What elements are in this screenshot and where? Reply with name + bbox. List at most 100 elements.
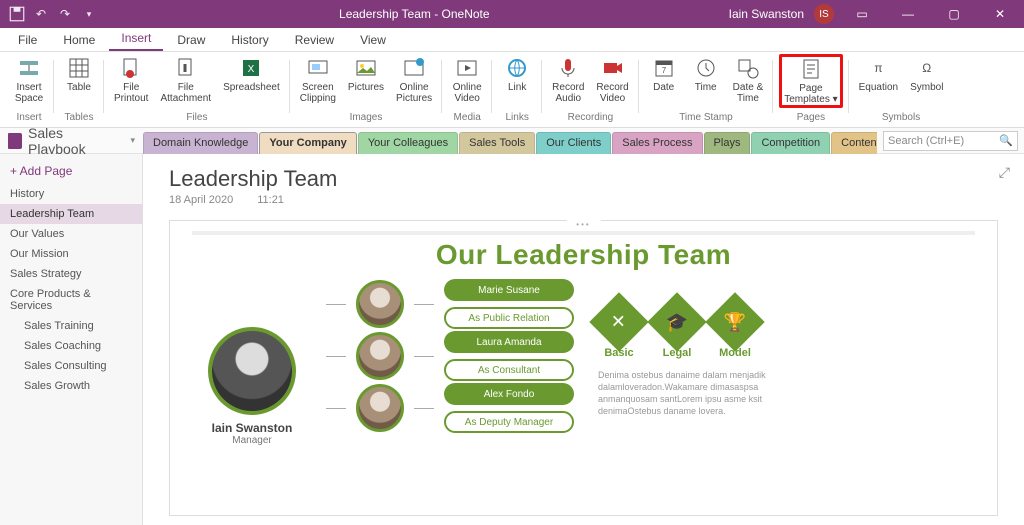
section-tab-content[interactable]: Content (831, 132, 877, 154)
ribbon-spreadsheet-button[interactable]: XSpreadsheet (219, 54, 284, 95)
section-tab-sales-tools[interactable]: Sales Tools (459, 132, 535, 154)
org-branch: Marie Susane As Public Relation (326, 279, 574, 329)
ribbon-video-button[interactable]: Online Video (448, 54, 486, 106)
diamond-icon: 🏆 (705, 292, 764, 351)
user-name[interactable]: Iain Swanston (729, 7, 804, 21)
ribbon-tab-history[interactable]: History (219, 29, 280, 51)
search-icon: 🔍 (999, 134, 1013, 147)
ribbon-item-label: Online Video (453, 82, 482, 104)
ribbon-file-printout-button[interactable]: File Printout (110, 54, 152, 106)
page-item[interactable]: Sales Coaching (0, 336, 142, 356)
page-item[interactable]: Our Values (0, 224, 142, 244)
content-heading: Our Leadership Team (192, 239, 975, 271)
ribbon-group-label: Media (454, 112, 481, 126)
qat-dropdown-icon[interactable]: ▾ (80, 5, 98, 23)
ribbon-equation-button[interactable]: π Equation (855, 54, 902, 95)
ribbon-tab-draw[interactable]: Draw (165, 29, 217, 51)
ribbon-group-tables: TableTables (54, 54, 104, 127)
redo-icon[interactable]: ↷ (56, 5, 74, 23)
symbol-icon: Ω (915, 56, 939, 80)
page-item[interactable]: Sales Consulting (0, 356, 142, 376)
page-item[interactable]: Our Mission (0, 244, 142, 264)
section-tab-competition[interactable]: Competition (751, 132, 830, 154)
ribbon-mic-button[interactable]: Record Audio (548, 54, 588, 106)
ribbon-tab-view[interactable]: View (348, 29, 398, 51)
content-container[interactable]: Our Leadership Team Iain Swanston Manage… (169, 220, 998, 516)
section-tab-our-clients[interactable]: Our Clients (536, 132, 611, 154)
ribbon-item-label: Time (695, 82, 717, 93)
section-tabs: Domain KnowledgeYour CompanyYour Colleag… (143, 128, 877, 154)
page-item[interactable]: Sales Growth (0, 376, 142, 396)
ribbon-file-attach-button[interactable]: File Attachment (156, 54, 215, 106)
window-title: Leadership Team - OneNote (106, 7, 723, 21)
ribbon-table-button[interactable]: Table (60, 54, 98, 95)
info-card-model: 🏆Model (714, 301, 756, 359)
maximize-button[interactable]: ▢ (936, 0, 972, 28)
svg-text:X: X (248, 64, 255, 75)
ribbon-tab-insert[interactable]: Insert (109, 27, 163, 51)
video-icon (455, 56, 479, 80)
search-input[interactable]: Search (Ctrl+E) 🔍 (883, 131, 1018, 151)
notebook-selector[interactable]: Sales Playbook ▾ (0, 125, 143, 157)
org-branch: Laura Amanda As Consultant (326, 331, 574, 381)
page-item[interactable]: Core Products & Services (0, 284, 142, 316)
member-avatar (356, 280, 404, 328)
page-item[interactable]: Sales Strategy (0, 264, 142, 284)
search-placeholder: Search (Ctrl+E) (888, 135, 964, 147)
save-icon[interactable] (8, 5, 26, 23)
ribbon-link-button[interactable]: Link (498, 54, 536, 95)
ribbon-template-button[interactable]: Page Templates ▾ (779, 54, 842, 108)
ribbon-cam-button[interactable]: Record Video (592, 54, 632, 106)
member-name: Alex Fondo (444, 383, 574, 405)
ribbon-insert-space-button[interactable]: Insert Space (10, 54, 48, 106)
ribbon-time-button[interactable]: Time (687, 54, 725, 95)
ribbon-group-label: Links (505, 112, 528, 126)
page-date[interactable]: 18 April 2020 (169, 194, 233, 206)
ribbon-tab-review[interactable]: Review (283, 29, 346, 51)
page-title[interactable]: Leadership Team (169, 166, 998, 192)
ribbon-date-button[interactable]: 7Date (645, 54, 683, 95)
expand-icon[interactable]: ⤢ (999, 164, 1010, 181)
ribbon-group-label: Images (350, 112, 383, 126)
equation-icon: π (866, 56, 890, 80)
pictures-icon (354, 56, 378, 80)
member-avatar (356, 384, 404, 432)
connector (326, 304, 346, 305)
ribbon-group-links: Link Links (492, 54, 542, 127)
ribbon-item-label: Equation (859, 82, 898, 93)
page-item[interactable]: Sales Training (0, 316, 142, 336)
section-tab-your-company[interactable]: Your Company (259, 132, 356, 154)
file-printout-icon (119, 56, 143, 80)
table-icon (67, 56, 91, 80)
ribbon-group-recording: Record AudioRecord VideoRecording (542, 54, 639, 127)
member-role: As Consultant (444, 359, 574, 381)
close-button[interactable]: ✕ (982, 0, 1018, 28)
ribbon-item-label: Date (653, 82, 674, 93)
section-tab-plays[interactable]: Plays (704, 132, 751, 154)
ribbon-item-label: Insert Space (15, 82, 43, 104)
ribbon-tab-file[interactable]: File (6, 29, 49, 51)
page-item[interactable]: Leadership Team (0, 204, 142, 224)
ribbon-pictures-button[interactable]: Pictures (344, 54, 388, 95)
user-avatar[interactable]: IS (814, 4, 834, 24)
add-page-button[interactable]: + Add Page (0, 158, 142, 184)
member-name: Laura Amanda (444, 331, 574, 353)
undo-icon[interactable]: ↶ (32, 5, 50, 23)
section-tab-your-colleagues[interactable]: Your Colleagues (358, 132, 458, 154)
ribbon-datetime-button[interactable]: Date & Time (729, 54, 768, 106)
page-time[interactable]: 11:21 (257, 194, 284, 206)
page-item[interactable]: History (0, 184, 142, 204)
ribbon-tab-home[interactable]: Home (51, 29, 107, 51)
member-name: Marie Susane (444, 279, 574, 301)
page-canvas[interactable]: ⤢ Leadership Team 18 April 2020 11:21 Ou… (143, 154, 1024, 525)
ribbon-item-label: Link (508, 82, 526, 93)
minimize-button[interactable]: — (890, 0, 926, 28)
screen-clip-icon (306, 56, 330, 80)
ribbon-display-icon[interactable]: ▭ (844, 0, 880, 28)
section-tab-domain-knowledge[interactable]: Domain Knowledge (143, 132, 258, 154)
ribbon-symbol-button[interactable]: ΩSymbol (906, 54, 947, 95)
ribbon-online-pics-button[interactable]: Online Pictures (392, 54, 436, 106)
ribbon-item-label: File Attachment (160, 82, 211, 104)
ribbon-screen-clip-button[interactable]: Screen Clipping (296, 54, 340, 106)
section-tab-sales-process[interactable]: Sales Process (612, 132, 702, 154)
